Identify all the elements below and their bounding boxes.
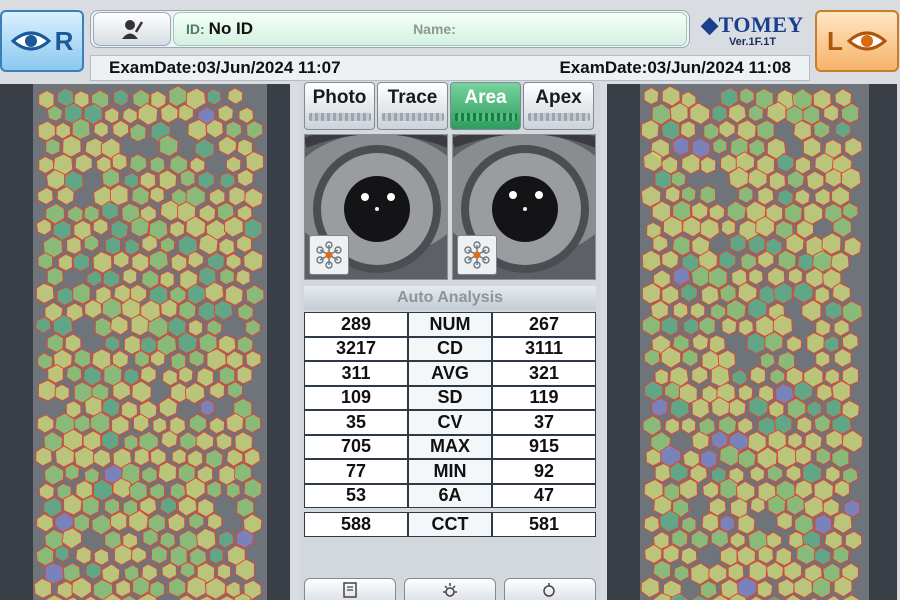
left-eye-button[interactable]: L <box>815 10 899 72</box>
cct-row: 588 CCT 581 <box>304 512 596 537</box>
eye-photos <box>304 134 596 280</box>
metric-label: CD <box>408 336 492 361</box>
tab-label: Photo <box>312 87 367 108</box>
left-value: 581 <box>492 512 596 537</box>
metric-label: CCT <box>408 512 492 537</box>
eye-icon <box>846 31 887 51</box>
tab-strip <box>527 113 590 121</box>
left-exam-date: ExamDate:03/Jun/2024 11:08 <box>559 58 791 77</box>
table-row: 289 NUM 267 <box>304 312 596 337</box>
table-row: 109 SD 119 <box>304 385 596 410</box>
metric-label: NUM <box>408 312 492 337</box>
metric-label: AVG <box>408 361 492 386</box>
bottom-toolbar <box>304 578 596 600</box>
id-value: No ID <box>208 19 254 38</box>
left-eye-photo[interactable] <box>452 134 596 280</box>
exam-date-bar: ExamDate:03/Jun/2024 11:07 ExamDate:03/J… <box>90 55 810 81</box>
fixation-target-button[interactable] <box>457 235 497 275</box>
brightness-icon <box>443 583 457 597</box>
left-value: 915 <box>492 434 596 459</box>
tab-area[interactable]: Area <box>450 82 521 130</box>
right-value: 35 <box>304 410 408 435</box>
right-value: 53 <box>304 483 408 508</box>
right-value: 289 <box>304 312 408 337</box>
view-tabs: Photo Trace Area Apex <box>304 82 596 130</box>
logo-brand: TOMEY <box>718 12 804 37</box>
eye-icon <box>10 31 51 51</box>
metric-label: 6A <box>408 483 492 508</box>
metric-label: CV <box>408 410 492 435</box>
left-value: 321 <box>492 361 596 386</box>
tab-label: Area <box>464 87 507 108</box>
right-value: 588 <box>304 512 408 537</box>
tomey-logo: ◆TOMEY Ver.1F.1T <box>701 12 804 48</box>
print-icon <box>343 582 357 598</box>
print-button[interactable] <box>304 578 396 600</box>
left-value: 267 <box>492 312 596 337</box>
patient-id-field[interactable]: ID: No ID Name: <box>173 12 687 46</box>
tab-strip <box>308 113 371 121</box>
left-value: 119 <box>492 385 596 410</box>
name-label: Name: <box>413 21 456 37</box>
tab-photo[interactable]: Photo <box>304 82 375 130</box>
analysis-table: 289 NUM 267 3217 CD 3111 311 AVG 321 109 SD 119 … <box>304 312 596 537</box>
right-eye-button[interactable]: R <box>0 10 84 72</box>
table-row: 35 CV 37 <box>304 410 596 435</box>
right-endothelium-image[interactable] <box>0 84 290 600</box>
right-value: 3217 <box>304 336 408 361</box>
right-value: 77 <box>304 459 408 484</box>
right-exam-date: ExamDate:03/Jun/2024 11:07 <box>109 58 341 77</box>
left-value: 3111 <box>492 336 596 361</box>
right-value: 311 <box>304 361 408 386</box>
right-eye-label: R <box>54 25 74 56</box>
right-value: 109 <box>304 385 408 410</box>
tab-apex[interactable]: Apex <box>523 82 594 130</box>
left-value: 92 <box>492 459 596 484</box>
auto-analysis-title: Auto Analysis <box>304 286 596 310</box>
table-row: 77 MIN 92 <box>304 459 596 484</box>
right-eye-photo[interactable] <box>304 134 448 280</box>
tab-strip <box>381 113 444 121</box>
tab-trace[interactable]: Trace <box>377 82 448 130</box>
table-row: 311 AVG 321 <box>304 361 596 386</box>
table-row: 53 6A 47 <box>304 483 596 508</box>
brightness-button[interactable] <box>404 578 496 600</box>
patient-button[interactable] <box>93 12 171 46</box>
id-label: ID: <box>186 21 205 37</box>
patient-icon <box>122 20 144 39</box>
right-value: 705 <box>304 434 408 459</box>
fixation-target-button[interactable] <box>309 235 349 275</box>
search-icon <box>543 583 555 597</box>
analysis-panel: Photo Trace Area Apex Auto Analysis 289 … <box>300 82 600 600</box>
metric-label: SD <box>408 385 492 410</box>
tab-label: Trace <box>387 87 438 108</box>
left-value: 47 <box>492 483 596 508</box>
table-row: 705 MAX 915 <box>304 434 596 459</box>
metric-label: MIN <box>408 459 492 484</box>
tab-strip <box>454 113 517 121</box>
metric-label: MAX <box>408 434 492 459</box>
left-endothelium-image[interactable] <box>607 84 897 600</box>
fixation-target-icon <box>464 241 490 269</box>
table-row: 3217 CD 3111 <box>304 336 596 361</box>
left-value: 37 <box>492 410 596 435</box>
fixation-target-icon <box>316 241 342 269</box>
search-button[interactable] <box>504 578 596 600</box>
left-eye-label: L <box>827 25 843 56</box>
patient-bar: ID: No ID Name: <box>90 10 690 48</box>
tab-label: Apex <box>535 87 582 108</box>
